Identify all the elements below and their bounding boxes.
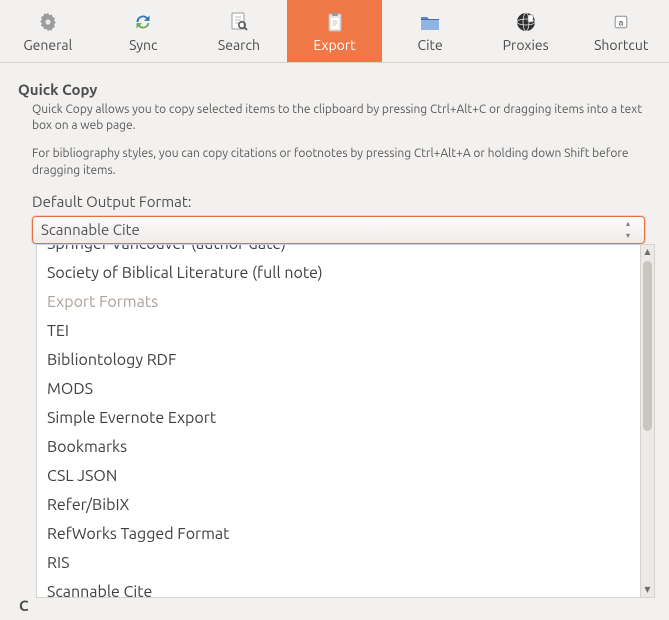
gear-icon bbox=[34, 9, 62, 35]
list-item[interactable]: Scannable Cite bbox=[37, 578, 640, 597]
tab-search[interactable]: Search bbox=[191, 0, 287, 62]
quick-copy-desc-2: For bibliography styles, you can copy ci… bbox=[32, 146, 643, 178]
dropdown-list: Springer Vancouver (author-date) Society… bbox=[37, 245, 640, 597]
scroll-thumb[interactable] bbox=[643, 261, 652, 431]
tab-label: Search bbox=[218, 37, 260, 53]
list-item[interactable]: TEI bbox=[37, 317, 640, 346]
tab-cite[interactable]: Cite bbox=[382, 0, 478, 62]
export-pane: Quick Copy Quick Copy allows you to copy… bbox=[0, 63, 669, 598]
tab-label: Sync bbox=[129, 37, 157, 53]
tab-label: Export bbox=[313, 37, 355, 53]
list-item[interactable]: Springer Vancouver (author-date) bbox=[37, 245, 640, 259]
quick-copy-heading: Quick Copy bbox=[18, 81, 657, 98]
tab-sync[interactable]: Sync bbox=[96, 0, 192, 62]
tab-shortcuts[interactable]: a Shortcut bbox=[573, 0, 669, 62]
sync-icon bbox=[129, 9, 157, 35]
list-item[interactable]: Bibliontology RDF bbox=[37, 346, 640, 375]
preferences-toolbar: General Sync Search Export Cite Proxies … bbox=[0, 0, 669, 63]
scroll-down-button[interactable]: ▼ bbox=[641, 583, 654, 597]
tab-label: Cite bbox=[418, 37, 443, 53]
tab-label: Shortcut bbox=[594, 37, 648, 53]
list-item[interactable]: RefWorks Tagged Format bbox=[37, 520, 640, 549]
list-item[interactable]: Bookmarks bbox=[37, 433, 640, 462]
folder-icon bbox=[416, 9, 444, 35]
list-item[interactable]: Society of Biblical Literature (full not… bbox=[37, 259, 640, 288]
scroll-up-button[interactable]: ▲ bbox=[641, 245, 654, 259]
list-item[interactable]: Refer/BibIX bbox=[37, 491, 640, 520]
list-item[interactable]: RIS bbox=[37, 549, 640, 578]
clipboard-icon bbox=[321, 9, 349, 35]
list-group-header: Export Formats bbox=[37, 288, 640, 317]
list-item[interactable]: Simple Evernote Export bbox=[37, 404, 640, 433]
output-format-combobox[interactable]: Scannable Cite ▴▾ bbox=[32, 216, 645, 244]
list-item[interactable]: CSL JSON bbox=[37, 462, 640, 491]
clipped-heading: C bbox=[19, 597, 29, 614]
dropdown-scrollbar: ▲ ▼ bbox=[640, 245, 654, 597]
tab-label: General bbox=[23, 37, 72, 53]
quick-copy-desc-1: Quick Copy allows you to copy selected i… bbox=[32, 102, 643, 134]
tab-general[interactable]: General bbox=[0, 0, 96, 62]
tab-label: Proxies bbox=[503, 37, 549, 53]
search-doc-icon bbox=[225, 9, 253, 35]
combo-stepper-icon: ▴▾ bbox=[626, 220, 638, 240]
tab-export[interactable]: Export bbox=[287, 0, 383, 62]
output-format-label: Default Output Format: bbox=[32, 193, 657, 210]
output-format-value: Scannable Cite bbox=[41, 221, 140, 238]
svg-text:a: a bbox=[619, 17, 624, 27]
keyboard-key-icon: a bbox=[607, 9, 635, 35]
globe-icon bbox=[512, 9, 540, 35]
tab-proxies[interactable]: Proxies bbox=[478, 0, 574, 62]
output-format-dropdown: Springer Vancouver (author-date) Society… bbox=[36, 244, 655, 598]
list-item[interactable]: MODS bbox=[37, 375, 640, 404]
